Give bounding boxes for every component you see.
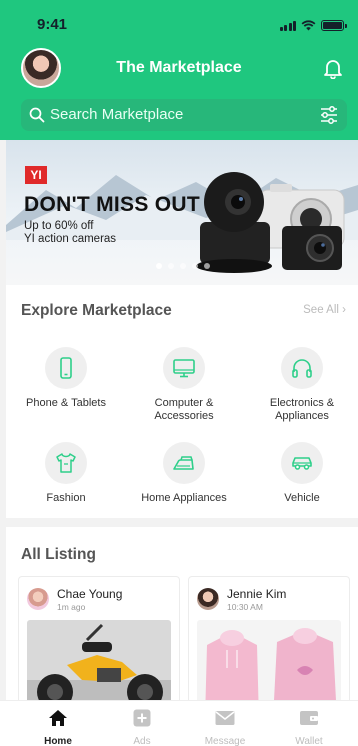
search-input[interactable]: Search Marketplace	[50, 106, 183, 123]
chevron-right-icon: ›	[342, 304, 346, 316]
listing-card[interactable]: Chae Young 1m ago	[18, 576, 180, 700]
category-label: Computer & Accessories	[154, 397, 214, 422]
section-title: Explore Marketplace	[21, 302, 172, 319]
post-time: 10:30 AM	[227, 602, 263, 612]
phone-icon	[60, 357, 72, 379]
tab-message[interactable]: Message	[185, 709, 265, 746]
carousel-dot[interactable]	[204, 263, 210, 269]
promo-banner[interactable]: YI DON'T MISS OUT Up to 60% off YI actio…	[6, 140, 358, 285]
see-all-link[interactable]: See All ›	[303, 304, 346, 316]
search-bar[interactable]: Search Marketplace	[21, 99, 347, 131]
wifi-icon	[301, 20, 316, 31]
tab-label: Home	[44, 736, 72, 746]
iron-icon	[173, 456, 194, 470]
post-time: 1m ago	[57, 602, 86, 612]
category-phone-tablets[interactable]: Phone & Tablets	[11, 347, 121, 410]
bottom-tab-bar: Home Ads Message Wallet	[0, 700, 358, 746]
tab-ads[interactable]: Ads	[102, 709, 182, 746]
category-fashion[interactable]: Fashion	[11, 442, 121, 505]
seller-name: Chae Young	[57, 587, 123, 601]
mail-icon	[215, 711, 235, 725]
tab-home[interactable]: Home	[18, 709, 98, 746]
banner-headline: DON'T MISS OUT	[24, 193, 201, 216]
category-label: Electronics & Appliances	[269, 397, 335, 422]
seller-name: Jennie Kim	[227, 587, 287, 601]
carousel-dot[interactable]	[156, 263, 162, 269]
car-icon	[292, 457, 312, 470]
search-icon	[29, 107, 45, 123]
status-icons	[279, 20, 347, 31]
category-label: Home Appliances	[141, 492, 227, 504]
wallet-icon	[300, 711, 318, 725]
seller-avatar[interactable]	[27, 588, 49, 610]
listing-image	[197, 620, 341, 700]
category-label: Vehicle	[284, 492, 320, 504]
carousel-dot[interactable]	[168, 263, 174, 269]
listing-card[interactable]: Jennie Kim 10:30 AM	[188, 576, 350, 700]
app-header: 9:41 The Marketplace Search Marketplace	[0, 0, 358, 140]
headphones-icon	[292, 359, 312, 378]
status-bar: 9:41	[0, 16, 358, 36]
category-label: Fashion	[46, 492, 86, 504]
home-icon	[49, 710, 67, 726]
listing-image	[27, 620, 171, 700]
filter-icon[interactable]	[319, 105, 339, 125]
category-label: Phone & Tablets	[26, 397, 106, 409]
tshirt-icon	[56, 453, 76, 473]
banner-subline: Up to 60% off YI action cameras	[24, 220, 116, 246]
signal-icon	[279, 21, 296, 31]
see-all-label: See All	[303, 304, 339, 316]
tab-label: Ads	[133, 736, 151, 746]
banner-subline-2: YI action cameras	[24, 233, 117, 245]
carousel-dots[interactable]	[156, 263, 210, 269]
category-computer-accessories[interactable]: Computer & Accessories	[129, 347, 239, 423]
banner-subline-1: Up to 60% off	[24, 220, 94, 232]
listing-section: All Listing Chae Young 1m ago Jennie Kim…	[6, 527, 358, 700]
carousel-dot[interactable]	[180, 263, 186, 269]
category-vehicle[interactable]: Vehicle	[247, 442, 357, 505]
tab-label: Wallet	[295, 736, 323, 746]
page-title: The Marketplace	[116, 59, 242, 76]
section-title: All Listing	[21, 546, 96, 563]
seller-avatar[interactable]	[197, 588, 219, 610]
camera-products-image	[196, 172, 345, 273]
plus-square-icon	[133, 709, 151, 727]
category-electronics-appliances[interactable]: Electronics & Appliances	[247, 347, 357, 423]
explore-section: Explore Marketplace See All › Phone & Ta…	[6, 285, 358, 518]
carousel-dot[interactable]	[192, 263, 198, 269]
monitor-icon	[173, 359, 195, 378]
tab-label: Message	[204, 736, 246, 746]
tab-wallet[interactable]: Wallet	[269, 709, 349, 746]
battery-icon	[321, 20, 347, 31]
bell-icon[interactable]	[322, 57, 344, 79]
category-home-appliances[interactable]: Home Appliances	[129, 442, 239, 505]
status-time: 9:41	[37, 16, 68, 33]
brand-logo: YI	[25, 166, 47, 184]
